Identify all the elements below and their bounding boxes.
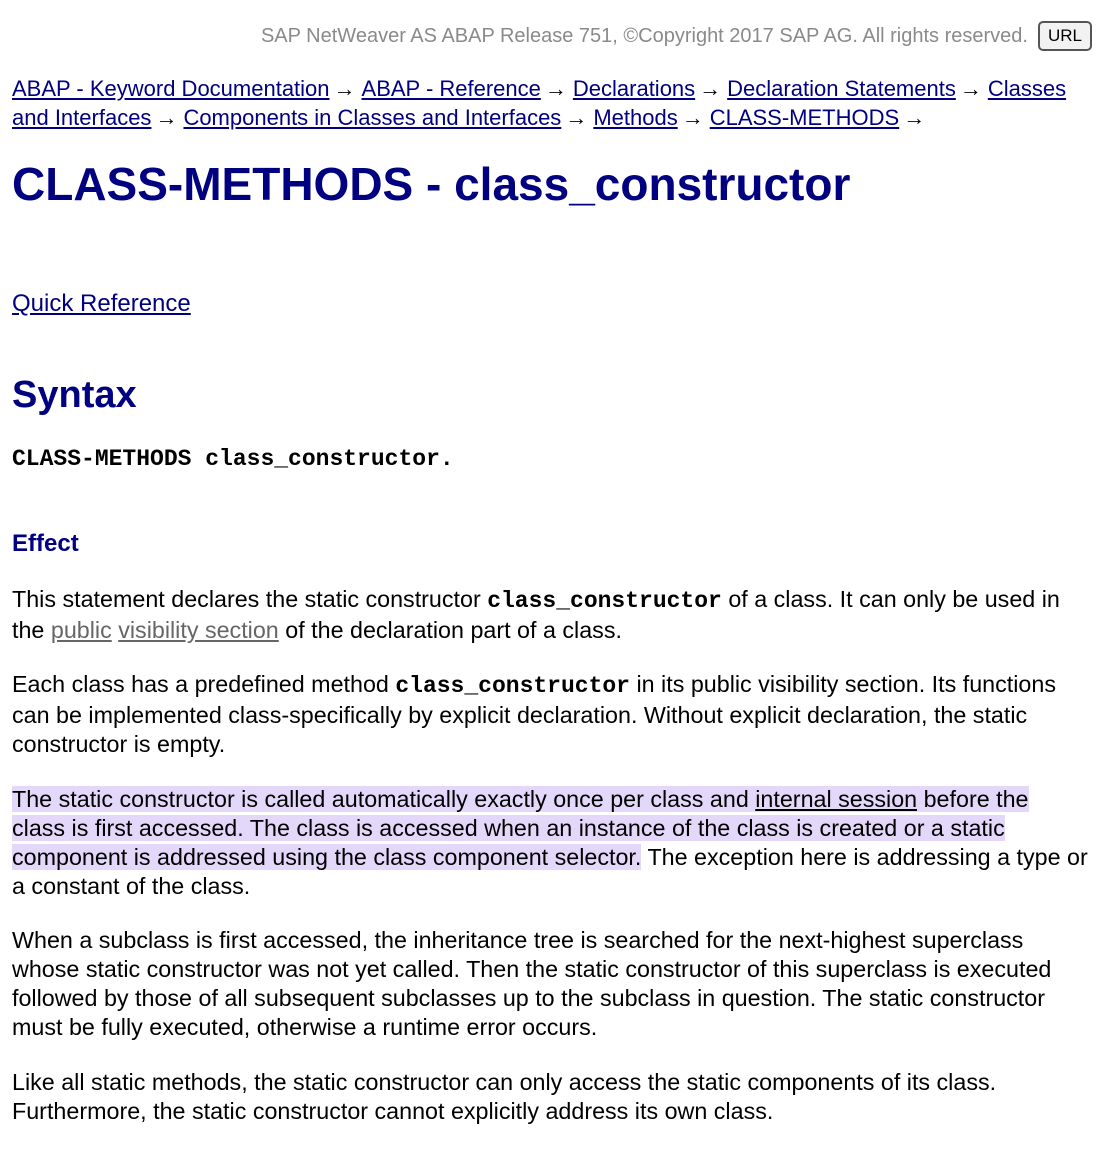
breadcrumb-link-keyword-documentation[interactable]: ABAP - Keyword Documentation <box>12 76 330 101</box>
breadcrumb-arrow-icon: → <box>903 105 926 130</box>
page-title: CLASS-METHODS - class_constructor <box>12 158 851 210</box>
url-button[interactable]: URL <box>1037 21 1092 51</box>
public-link[interactable]: public <box>51 617 112 643</box>
breadcrumb-arrow-icon: → <box>544 76 567 101</box>
breadcrumb: ABAP - Keyword Documentation → ABAP - Refe… <box>12 74 1088 132</box>
breadcrumb-link-components[interactable]: Components in Classes and Interfaces <box>183 105 561 130</box>
quick-reference-link[interactable]: Quick Reference <box>12 289 191 319</box>
effect-paragraph-1: This statement declares the static const… <box>12 585 1088 645</box>
breadcrumb-arrow-icon: → <box>699 76 722 101</box>
breadcrumb-link-declarations[interactable]: Declarations <box>573 76 695 101</box>
inline-code: class_constructor <box>487 588 722 614</box>
internal-session-link[interactable]: internal session <box>755 786 918 812</box>
breadcrumb-arrow-icon: → <box>333 76 356 101</box>
text: This statement declares the static const… <box>12 586 488 612</box>
highlighted-text: The static constructor is called automat… <box>12 786 756 812</box>
effect-heading: Effect <box>12 530 79 557</box>
breadcrumb-arrow-icon: → <box>155 105 178 130</box>
breadcrumb-arrow-icon: → <box>681 105 704 130</box>
text: Each class has a predefined method <box>12 671 396 697</box>
effect-paragraph-2: Each class has a predefined method class… <box>12 670 1088 759</box>
breadcrumb-link-class-methods[interactable]: CLASS-METHODS <box>710 105 899 130</box>
breadcrumb-arrow-icon: → <box>959 76 982 101</box>
copyright-text: SAP NetWeaver AS ABAP Release 751, ©Copy… <box>260 25 1028 47</box>
breadcrumb-link-methods[interactable]: Methods <box>593 105 677 130</box>
visibility-section-link[interactable]: visibility section <box>118 617 279 643</box>
effect-paragraph-3: The static constructor is called automat… <box>12 785 1088 901</box>
inline-code: class_constructor <box>395 673 630 699</box>
effect-paragraph-4: When a subclass is first accessed, the i… <box>12 927 1052 1040</box>
breadcrumb-link-declaration-statements[interactable]: Declaration Statements <box>727 76 956 101</box>
syntax-heading: Syntax <box>12 374 137 416</box>
syntax-code: CLASS-METHODS class_constructor. <box>12 446 454 472</box>
breadcrumb-arrow-icon: → <box>565 105 588 130</box>
breadcrumb-link-abap-reference[interactable]: ABAP - Reference <box>362 76 541 101</box>
top-bar: SAP NetWeaver AS ABAP Release 751, ©Copy… <box>16 21 1092 51</box>
text: of the declaration part of a class. <box>278 617 622 643</box>
effect-paragraph-5: Like all static methods, the static cons… <box>12 1069 997 1124</box>
